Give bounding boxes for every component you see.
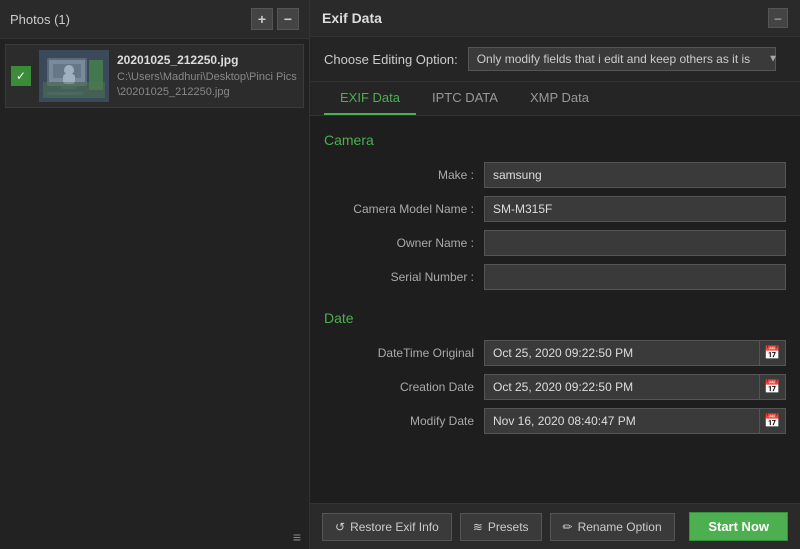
- datetime-original-wrapper: 📅: [484, 340, 786, 366]
- creation-date-wrapper: 📅: [484, 374, 786, 400]
- creation-date-label: Creation Date: [324, 380, 484, 394]
- start-now-button[interactable]: Start Now: [689, 512, 788, 541]
- right-panel: Exif Data – Choose Editing Option: Only …: [310, 0, 800, 549]
- camera-model-label: Camera Model Name :: [324, 202, 484, 216]
- editing-option-select-wrapper: Only modify fields that i edit and keep …: [468, 47, 786, 71]
- modify-date-calendar-icon[interactable]: 📅: [759, 408, 785, 434]
- serial-number-field-row: Serial Number :: [324, 264, 786, 290]
- photo-list-meta: ≡: [0, 525, 309, 549]
- header-buttons: + −: [251, 8, 299, 30]
- photo-path: C:\Users\Madhuri\Desktop\Pinci Pics\2020…: [117, 70, 298, 99]
- photos-panel-title: Photos (1): [10, 12, 70, 27]
- rename-option-button[interactable]: ✏ Rename Option: [550, 513, 675, 541]
- make-label: Make :: [324, 168, 484, 182]
- modify-date-label: Modify Date: [324, 414, 484, 428]
- modify-date-input[interactable]: [485, 410, 759, 432]
- restore-exif-button[interactable]: ↺ Restore Exif Info: [322, 513, 452, 541]
- datetime-original-label: DateTime Original: [324, 346, 484, 360]
- photo-list-item[interactable]: ✓: [5, 44, 304, 108]
- tab-xmp-data[interactable]: XMP Data: [514, 82, 605, 115]
- remove-photo-button[interactable]: −: [277, 8, 299, 30]
- make-input[interactable]: [484, 162, 786, 188]
- content-area: Camera Make : Camera Model Name : Owner …: [310, 116, 800, 503]
- datetime-original-input[interactable]: [485, 342, 759, 364]
- creation-date-field-row: Creation Date 📅: [324, 374, 786, 400]
- owner-name-label: Owner Name :: [324, 236, 484, 250]
- camera-field-group: Make : Camera Model Name : Owner Name : …: [324, 162, 786, 290]
- restore-icon: ↺: [335, 520, 345, 534]
- creation-date-calendar-icon[interactable]: 📅: [759, 374, 785, 400]
- make-field-row: Make :: [324, 162, 786, 188]
- serial-number-label: Serial Number :: [324, 270, 484, 284]
- presets-label: Presets: [488, 520, 529, 534]
- modify-date-wrapper: 📅: [484, 408, 786, 434]
- right-panel-header: Exif Data –: [310, 0, 800, 37]
- left-panel-header: Photos (1) + −: [0, 0, 309, 39]
- photo-thumbnail: [39, 50, 109, 102]
- editing-option-label: Choose Editing Option:: [324, 52, 458, 67]
- photo-info: 20201025_212250.jpg C:\Users\Madhuri\Des…: [117, 53, 298, 99]
- rename-icon: ✏: [563, 520, 573, 534]
- camera-model-field-row: Camera Model Name :: [324, 196, 786, 222]
- owner-name-field-row: Owner Name :: [324, 230, 786, 256]
- list-view-icon[interactable]: ≡: [293, 529, 301, 545]
- minimize-button[interactable]: –: [768, 8, 788, 28]
- tab-iptc-data[interactable]: IPTC DATA: [416, 82, 514, 115]
- bottom-bar: ↺ Restore Exif Info ≋ Presets ✏ Rename O…: [310, 503, 800, 549]
- modify-date-field-row: Modify Date 📅: [324, 408, 786, 434]
- presets-button[interactable]: ≋ Presets: [460, 513, 542, 541]
- tabs-bar: EXIF Data IPTC DATA XMP Data: [310, 82, 800, 116]
- datetime-original-field-row: DateTime Original 📅: [324, 340, 786, 366]
- serial-number-input[interactable]: [484, 264, 786, 290]
- photo-name: 20201025_212250.jpg: [117, 53, 298, 67]
- camera-section-title: Camera: [324, 132, 786, 148]
- restore-label: Restore Exif Info: [350, 520, 439, 534]
- left-panel: Photos (1) + − ✓: [0, 0, 310, 549]
- camera-model-input[interactable]: [484, 196, 786, 222]
- editing-option-bar: Choose Editing Option: Only modify field…: [310, 37, 800, 82]
- add-photo-button[interactable]: +: [251, 8, 273, 30]
- photo-checkbox[interactable]: ✓: [11, 66, 31, 86]
- date-section-title: Date: [324, 310, 786, 326]
- owner-name-input[interactable]: [484, 230, 786, 256]
- datetime-original-calendar-icon[interactable]: 📅: [759, 340, 785, 366]
- photo-list: ✓: [0, 39, 309, 525]
- editing-option-select[interactable]: Only modify fields that i edit and keep …: [468, 47, 776, 71]
- date-field-group: DateTime Original 📅 Creation Date 📅 Modi…: [324, 340, 786, 434]
- creation-date-input[interactable]: [485, 376, 759, 398]
- right-panel-title: Exif Data: [322, 10, 382, 26]
- presets-icon: ≋: [473, 520, 483, 534]
- tab-exif-data[interactable]: EXIF Data: [324, 82, 416, 115]
- rename-label: Rename Option: [578, 520, 662, 534]
